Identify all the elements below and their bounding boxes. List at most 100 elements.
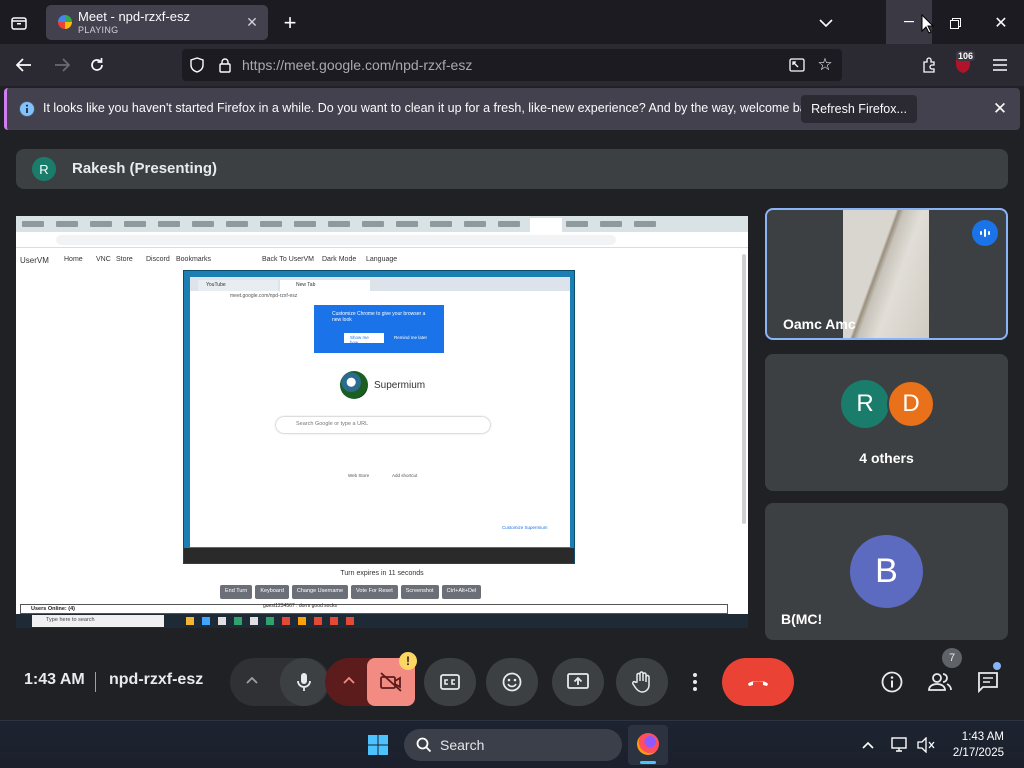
uservm-bookmark[interactable]: Discord [146, 256, 170, 263]
camera-warning-badge: ! [399, 652, 417, 670]
picture-in-picture-icon[interactable] [788, 56, 806, 74]
participant-avatar: R [841, 380, 889, 428]
vm-screen[interactable]: YouTube New Tab meet.google.com/npd-rzxf… [183, 270, 575, 564]
vm-action-buttons: End Turn Keyboard Change Username Vote F… [220, 585, 482, 599]
people-icon[interactable] [926, 668, 954, 696]
users-online-panel: Users Online: (4) guest1234567 : dorm go… [20, 603, 728, 614]
presenter-avatar: R [32, 157, 56, 181]
remote-tab-strip [16, 216, 748, 232]
chat-unread-dot [993, 662, 1001, 670]
participant-name: Oamc Amc [783, 316, 856, 332]
video-options-button[interactable]: ! [325, 652, 417, 706]
participant-tile-others[interactable]: R D 4 others [765, 354, 1008, 491]
shared-scrollbar[interactable] [742, 254, 746, 524]
tab-list-icon[interactable] [8, 12, 30, 34]
refresh-firefox-button[interactable]: Refresh Firefox... [801, 95, 917, 123]
extensions-icon[interactable] [918, 54, 940, 76]
present-screen-button[interactable] [552, 658, 604, 706]
vm-action-button[interactable]: Change Username [291, 585, 349, 599]
raise-hand-button[interactable] [616, 658, 668, 706]
address-bar[interactable]: https://meet.google.com/npd-rzxf-esz ☆ [182, 49, 842, 81]
end-call-icon [748, 681, 768, 686]
uservm-bookmark[interactable]: Bookmarks [176, 256, 211, 263]
vm-action-button[interactable]: Ctrl+Alt+Del [441, 585, 482, 599]
vm-action-button[interactable]: Screenshot [400, 585, 439, 599]
new-tab-button[interactable]: + [278, 10, 302, 35]
others-count-label: 4 others [859, 450, 914, 466]
participant-tile-b[interactable]: B B(MC! [765, 503, 1008, 640]
url-text: https://meet.google.com/npd-rzxf-esz [242, 57, 473, 73]
vm-action-button[interactable]: End Turn [220, 585, 253, 599]
users-online-label: Users Online: (4) [31, 606, 76, 612]
list-all-tabs-icon[interactable] [814, 11, 838, 35]
vm-customize-popup: Customize Chrome to give your browser a … [314, 305, 444, 353]
chat-line: guest1234567 : dorm good socks [263, 603, 337, 609]
reload-icon[interactable] [85, 54, 109, 76]
tab-playing-label: PLAYING [78, 25, 119, 35]
more-options-button[interactable] [680, 658, 710, 706]
vm-shortcut: Add shortcut [392, 473, 418, 478]
uservm-bookmark[interactable]: Dark Mode [322, 256, 356, 263]
vm-browser-window: YouTube New Tab meet.google.com/npd-rzxf… [190, 277, 570, 547]
back-arrow-icon[interactable] [12, 54, 36, 76]
search-icon [416, 737, 432, 753]
divider [95, 672, 96, 692]
participant-avatar: B [850, 535, 923, 608]
taskbar-clock[interactable]: 1:43 AM 2/17/2025 [953, 729, 1004, 761]
vm-taskbar [184, 548, 574, 563]
meeting-code: npd-rzxf-esz [109, 671, 204, 688]
lock-icon[interactable] [216, 56, 234, 74]
app-menu-icon[interactable] [988, 54, 1012, 76]
shield-icon[interactable] [188, 56, 206, 74]
reactions-button[interactable] [486, 658, 538, 706]
host-taskbar: Type here to search [16, 614, 748, 628]
participant-avatar: D [887, 380, 935, 428]
shared-screen[interactable]: UserVM Home VNC Store Discord Bookmarks … [16, 216, 748, 628]
extension-ublock-icon[interactable]: 106 [954, 51, 976, 76]
notification-text: It looks like you haven't started Firefo… [43, 101, 823, 115]
audio-options-button[interactable] [230, 658, 330, 706]
volume-muted-icon[interactable] [916, 735, 936, 755]
uservm-bookmark[interactable]: Back To UserVM [262, 256, 314, 263]
participant-tile-oamc[interactable]: Oamc Amc [765, 208, 1008, 340]
vm-popup-button: Remind me later [394, 335, 428, 340]
windows-start-icon[interactable] [366, 733, 390, 757]
vm-search-placeholder: Search Google or type a URL [296, 421, 369, 427]
vm-popup-title: Customize Chrome to give your browser a … [332, 311, 426, 323]
more-vert-icon [693, 673, 697, 691]
taskbar-search-text: Search [440, 737, 485, 753]
chevron-up-icon [246, 676, 258, 684]
restore-button[interactable] [940, 11, 970, 35]
host-search-text: Type here to search [46, 617, 95, 623]
leave-call-button[interactable] [722, 658, 794, 706]
vm-action-button[interactable]: Keyboard [255, 585, 289, 599]
vm-url: meet.google.com/npd-rzxf-esz [230, 293, 298, 299]
meet-control-bar: 1:43 AM npd-rzxf-esz ! 7 [0, 648, 1024, 720]
chat-icon[interactable] [974, 668, 1002, 696]
meet-favicon-icon [58, 15, 72, 29]
presenter-banner: R Rakesh (Presenting) [16, 149, 1008, 189]
meeting-info-icon[interactable] [878, 668, 906, 696]
uservm-bookmark[interactable]: Store [116, 256, 133, 263]
microphone-icon[interactable] [280, 658, 328, 706]
firefox-taskbar-icon[interactable] [628, 725, 668, 765]
tab-meet[interactable]: Meet - npd-rzxf-esz PLAYING ✕ [46, 5, 268, 40]
forward-arrow-icon[interactable] [50, 54, 74, 76]
taskbar-date: 2/17/2025 [952, 747, 1004, 759]
refresh-notification-bar: It looks like you haven't started Firefo… [4, 88, 1020, 130]
captions-button[interactable] [424, 658, 476, 706]
tab-close-icon[interactable]: ✕ [244, 14, 260, 30]
uservm-bookmark[interactable]: Home [64, 256, 83, 263]
bookmark-star-icon[interactable]: ☆ [816, 55, 834, 74]
close-window-button[interactable]: ✕ [986, 11, 1016, 35]
tray-chevron-up-icon[interactable] [858, 735, 878, 755]
vm-popup-button: Show me how [344, 333, 384, 345]
uservm-bookmark[interactable]: Language [366, 256, 397, 263]
vm-action-button[interactable]: Vote For Reset [351, 585, 398, 599]
network-icon[interactable] [890, 735, 910, 755]
uservm-bookmark[interactable]: VNC [96, 256, 111, 263]
taskbar-search-box[interactable]: Search [404, 729, 622, 761]
close-notification-icon[interactable]: ✕ [990, 99, 1010, 119]
supermium-logo-icon [340, 371, 368, 399]
presenter-label: Rakesh (Presenting) [72, 160, 218, 177]
